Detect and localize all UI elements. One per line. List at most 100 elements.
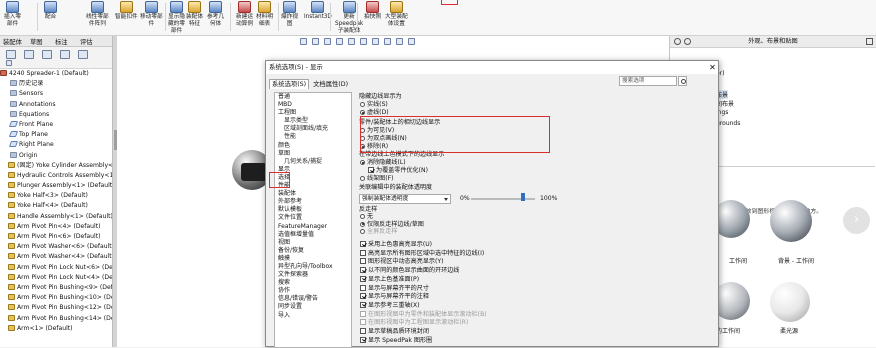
edit-appearance-icon[interactable] [384,38,391,45]
display-option-checkbox[interactable]: 高亮显示所有图形区域中选中特征的边线(I) [360,249,484,257]
tree-item[interactable]: Yoke Half<4> (Default) [0,201,112,211]
search-icon[interactable] [678,76,687,86]
options-nav-item[interactable]: 装配体 [275,190,351,198]
display-option-checkbox[interactable]: 显示与屏幕齐平的尺寸 [360,284,429,292]
insert-component-button[interactable]: 插入零 部件 [4,1,21,28]
bill-of-materials-button[interactable]: 材料明 细表 [256,1,273,28]
tree-item[interactable]: Arm Pivot Pin Bushing<10> (Default [0,293,112,303]
options-nav-item[interactable]: 普通 [275,93,351,101]
take-snapshot-button[interactable]: 拍快照 [364,1,381,21]
tree-item[interactable]: Arm Pivot Pin Bushing<9> (Defa [0,283,112,293]
next-page-button[interactable]: › [843,207,870,234]
previous-view-icon[interactable] [324,38,331,45]
back-icon[interactable] [674,38,681,45]
scene-thumbnail[interactable] [770,200,812,242]
anti-alias-radio[interactable]: 仅限反走样边线/草图 [360,221,424,228]
forward-icon[interactable] [684,38,691,45]
options-nav-item[interactable]: 导入 [275,312,351,320]
large-assembly-settings-button[interactable]: 大型装配 体设置 [385,1,408,28]
tree-item[interactable]: Arm Pivot Pin<4> (Default) [0,222,112,232]
anti-alias-radio[interactable]: 无 [360,213,373,220]
options-nav-item[interactable]: 备份/恢复 [275,247,351,255]
dialog-close-button[interactable]: ✕ [707,61,718,74]
options-nav-item[interactable]: 草图 [275,150,351,158]
tab-sketch[interactable]: 草图 [30,37,43,46]
options-search-input[interactable]: 搜索选项 [619,76,677,86]
dimxpert-icon[interactable] [60,50,70,59]
transparency-slider-thumb[interactable] [521,193,526,201]
options-nav-item[interactable]: 视图 [275,239,351,247]
display-option-checkbox[interactable]: 显示上色基准面(P) [360,275,419,283]
tree-item[interactable]: Front Plane [0,120,112,130]
tree-item[interactable]: Arm Pivot Washer<4> (Default) [0,252,112,262]
property-manager-icon[interactable] [24,50,34,59]
view-orientation-icon[interactable] [348,38,355,45]
display-option-checkbox[interactable]: 显示草稿品质环境封闭 [360,328,429,335]
transparency-select[interactable]: 强制装配体透明度 [359,194,451,204]
hide-show-items-icon[interactable] [372,38,379,45]
scene-list-item[interactable]: grounds [716,120,740,127]
tree-item[interactable]: Equations [0,110,112,120]
hidden-edges-radio[interactable]: 虚线(D) [360,109,389,116]
display-option-checkbox[interactable]: 显示参考三重轴(X) [360,301,420,309]
mate-button[interactable]: 配合 [44,1,57,21]
options-nav-item[interactable]: 文件位置 [275,214,351,222]
tree-item[interactable]: Arm Pivot Pin<6> (Default) [0,232,112,242]
tree-item[interactable]: Plunger Assembly<1> (Default) [0,181,112,191]
tree-root[interactable]: 4240 Spreader-1 (Default) [0,69,112,79]
tree-item[interactable]: Annotations [0,100,112,110]
tree-item[interactable]: Origin [0,151,112,161]
featuremanager-tree-icon[interactable] [6,50,16,59]
options-nav-item[interactable]: 几何关系/捕捉 [275,158,351,166]
options-nav-item[interactable]: MBD [275,101,351,109]
display-option-checkbox[interactable]: 以不同的颜色显示曲面的开环边线 [360,267,459,274]
hlr-radio[interactable]: 消除隐藏线(L) [360,159,406,166]
optimize-covered-parts-checkbox[interactable]: 为覆盖零件优化(N) [368,167,428,174]
tree-item[interactable]: Handle Assembly<1> (Default) [0,212,112,222]
tab-document-properties[interactable]: 文档属性(D) [313,81,348,88]
tab-system-options[interactable]: 系统选项(S) [269,79,310,89]
display-style-icon[interactable] [360,38,367,45]
view-settings-icon[interactable] [408,38,415,45]
new-motion-study-button[interactable]: 新建运 动算例 [236,1,253,28]
options-nav-item[interactable]: 颜色 [275,142,351,150]
options-nav-item[interactable]: 同步设置 [275,303,351,311]
zoom-fit-icon[interactable] [300,38,307,45]
reference-geometry-button[interactable]: 参考几 何体 [207,1,224,28]
zoom-area-icon[interactable] [312,38,319,45]
tree-item[interactable]: Arm Pivot Washer<6> (Default) [0,242,112,252]
hidden-edges-radio[interactable]: 实线(S) [360,101,388,108]
options-nav-item[interactable]: FeatureManager [275,223,351,231]
section-view-icon[interactable] [336,38,343,45]
wireframe-radio[interactable]: 线架图(F) [360,175,394,182]
display-option-checkbox[interactable]: 图形视区中动态高亮显示(Y) [360,258,444,265]
scene-thumbnail[interactable] [770,282,810,322]
options-nav-item[interactable]: 文件探索器 [275,271,351,279]
tab-evaluate[interactable]: 评估 [80,37,93,46]
tree-item[interactable]: Arm Pivot Pin Bushing<12> (Default [0,303,112,313]
smart-fasteners-button[interactable]: 智能扣件 [115,1,138,21]
apply-scene-icon[interactable] [396,38,403,45]
options-nav-item[interactable]: 选值框增量值 [275,231,351,239]
tree-item[interactable]: Right Plane [0,140,112,150]
options-nav-item[interactable]: 触摸 [275,255,351,263]
tree-item[interactable]: (固定) Yoke Cylinder Assembly< [0,161,112,171]
configuration-manager-icon[interactable] [42,50,52,59]
options-nav-item[interactable]: 异型孔向导/Toolbox [275,263,351,271]
tab-markup[interactable]: 标注 [55,37,68,46]
tree-item[interactable]: Arm<1> (Default) [0,324,112,334]
move-component-button[interactable]: 移动零部 件 [140,1,163,28]
filter-icon[interactable] [6,60,12,66]
tree-item[interactable]: Yoke Half<3> (Default) [0,191,112,201]
task-pane-pin-icon[interactable] [866,38,873,45]
tree-item[interactable]: Arm Pivot Pin Bushing<14> (Default [0,314,112,324]
tree-item[interactable]: Top Plane [0,130,112,140]
display-option-checkbox[interactable]: 显示与屏幕齐平的注释 [360,293,429,300]
show-hidden-components-button[interactable]: 显示隐 藏的零 部件 [168,1,185,35]
display-option-checkbox[interactable]: 采用上色惠高亮显示(U) [360,241,432,248]
tree-item[interactable]: Arm Pivot Pin Lock Nut<4> (Def [0,273,112,283]
linear-pattern-button[interactable]: 线性零部 件阵列 [86,1,109,28]
tree-item[interactable]: 历史记录 [0,79,112,89]
exploded-view-button[interactable]: 爆炸视 图 [281,1,298,28]
assembly-features-button[interactable]: 装配体 特征 [186,1,203,28]
